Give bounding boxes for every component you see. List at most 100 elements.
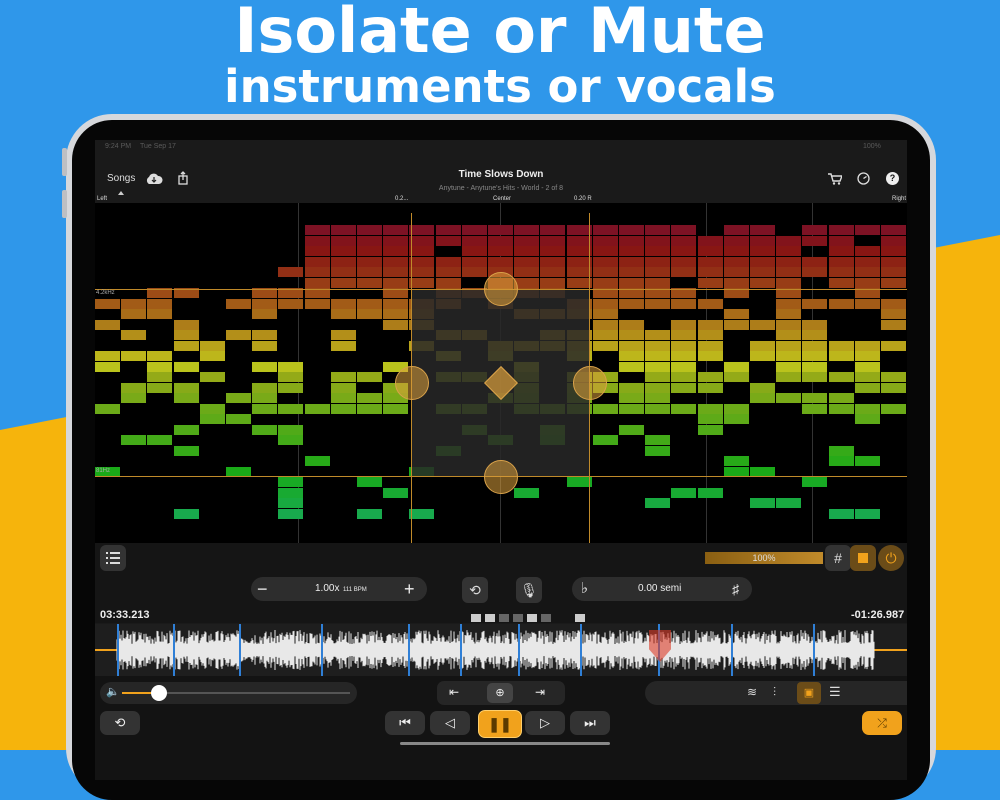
marker-line[interactable]: [321, 624, 323, 676]
spectrum-cell: [592, 256, 618, 267]
next-marker-icon[interactable]: ⇥: [535, 685, 545, 699]
spectrum-cell: [173, 340, 199, 351]
spectrum-cell: [592, 277, 618, 288]
spectrum-cell: [357, 277, 382, 288]
spectrum-cell: [619, 256, 644, 267]
spectrum-cell: [121, 393, 147, 403]
top-handle[interactable]: [484, 272, 518, 306]
spectrum-cell: [147, 372, 173, 382]
step-forward-icon[interactable]: ▷: [525, 711, 565, 735]
isolate-tool-icon[interactable]: ▣: [797, 682, 821, 704]
spectrum-cell: [435, 225, 461, 235]
spectrum-cell: [645, 235, 671, 246]
sharp-icon[interactable]: ♯: [732, 577, 739, 601]
spectrum-cell: [304, 456, 330, 466]
list-icon[interactable]: [100, 545, 126, 571]
skip-forward-icon[interactable]: ⏭: [570, 711, 610, 735]
tempo-minus-button[interactable]: −: [257, 577, 268, 601]
mic-icon[interactable]: 🎙: [516, 577, 542, 603]
grid-icon[interactable]: #: [825, 545, 851, 571]
spectrum-cell: [226, 298, 251, 309]
spectrum-cell: [881, 309, 906, 319]
spectrum-cell: [854, 298, 880, 309]
bottom-handle[interactable]: [484, 460, 518, 494]
spectrum-cell: [750, 351, 775, 361]
help-icon[interactable]: ?: [886, 172, 899, 185]
waveform-tool-icon[interactable]: ≋: [747, 685, 757, 699]
spectrum-cell: [592, 309, 618, 319]
spectrum-cell: [488, 246, 513, 256]
left-handle[interactable]: [395, 366, 429, 400]
marker-line[interactable]: [813, 624, 815, 676]
shuffle-icon[interactable]: ⤮: [862, 711, 902, 735]
tempo-control[interactable]: − 1.00x 111 BPM +: [251, 577, 427, 601]
marker-line[interactable]: [173, 624, 175, 676]
spectrum-cell: [278, 435, 304, 445]
spectrum-cell: [304, 298, 330, 309]
spectrum-cell: [645, 372, 671, 382]
region-mode-icon[interactable]: [850, 545, 876, 571]
mixer-icon[interactable]: ⫶: [773, 685, 776, 700]
spectrum-cell: [278, 477, 304, 487]
spectrum-cell: [723, 372, 749, 382]
spectrum-cell: [619, 246, 644, 256]
marker-line[interactable]: [239, 624, 241, 676]
volume-slider[interactable]: 🔈: [100, 682, 357, 704]
flat-icon[interactable]: ♭: [581, 577, 588, 601]
spectrum-cell: [278, 361, 304, 372]
previous-marker-icon[interactable]: ⇤: [449, 685, 459, 699]
spectrum-cell: [645, 246, 671, 256]
add-marker-icon[interactable]: ⊕: [487, 683, 513, 703]
spectrum-cell: [514, 246, 540, 256]
pause-button[interactable]: ❚❚: [478, 710, 522, 738]
status-time: 9:24 PM: [105, 143, 132, 150]
tool-panel: ≋ ⫶ ▣ ☰: [645, 681, 907, 705]
spectrum-cell: [828, 403, 854, 414]
notes-icon[interactable]: ☰: [829, 684, 841, 700]
spectrum-cell: [881, 298, 906, 309]
spectrum-cell: [645, 445, 671, 456]
spectrum-cell: [540, 277, 566, 288]
pan-right-label: Right: [892, 196, 907, 202]
loop-icon[interactable]: ⟲: [462, 577, 488, 603]
marker-line[interactable]: [580, 624, 582, 676]
mix-level-meter[interactable]: 100%: [705, 552, 823, 564]
marker-line[interactable]: [731, 624, 733, 676]
marker-line[interactable]: [518, 624, 520, 676]
spectrum-cell: [199, 403, 225, 414]
tempo-plus-button[interactable]: +: [404, 577, 415, 601]
spectrum-cell: [697, 267, 723, 277]
spectrum-cell: [514, 256, 540, 267]
waveform[interactable]: [95, 624, 907, 676]
spectrum-cell: [330, 372, 356, 382]
headline-line1: Isolate or Mute: [234, 0, 766, 67]
loop-button[interactable]: ⟲: [100, 711, 140, 735]
spectrum-view[interactable]: 4.2kHz 81Hz: [95, 203, 907, 543]
spectrum-cell: [697, 414, 723, 424]
spectrum-cell: [671, 298, 697, 309]
step-back-icon[interactable]: ◁: [430, 711, 470, 735]
spectrum-cell: [540, 267, 566, 277]
spectrum-cell: [802, 340, 828, 351]
spectrum-cell: [252, 298, 278, 309]
gauge-icon[interactable]: [857, 172, 870, 190]
spectrum-cell: [304, 277, 330, 288]
home-indicator: [400, 742, 610, 745]
volume-knob[interactable]: [150, 685, 167, 701]
pitch-control[interactable]: ♭ 0.00 semi ♯: [572, 577, 752, 601]
spectrum-cell: [357, 403, 382, 414]
spectrum-cell: [854, 267, 880, 277]
marker-line[interactable]: [460, 624, 462, 676]
spectrum-cell: [723, 256, 749, 267]
cart-icon[interactable]: [828, 172, 844, 190]
power-icon[interactable]: ⏻: [878, 545, 904, 571]
right-handle[interactable]: [573, 366, 607, 400]
spectrum-cell: [802, 298, 828, 309]
spectrum-cell: [619, 235, 644, 246]
marker-line[interactable]: [117, 624, 119, 676]
skip-back-icon[interactable]: ⏮: [385, 711, 425, 735]
marker-line[interactable]: [408, 624, 410, 676]
spectrum-cell: [514, 225, 540, 235]
spectrum-cell: [854, 340, 880, 351]
track-subtitle: Anytune - Anytune's Hits - World - 2 of …: [438, 185, 564, 192]
